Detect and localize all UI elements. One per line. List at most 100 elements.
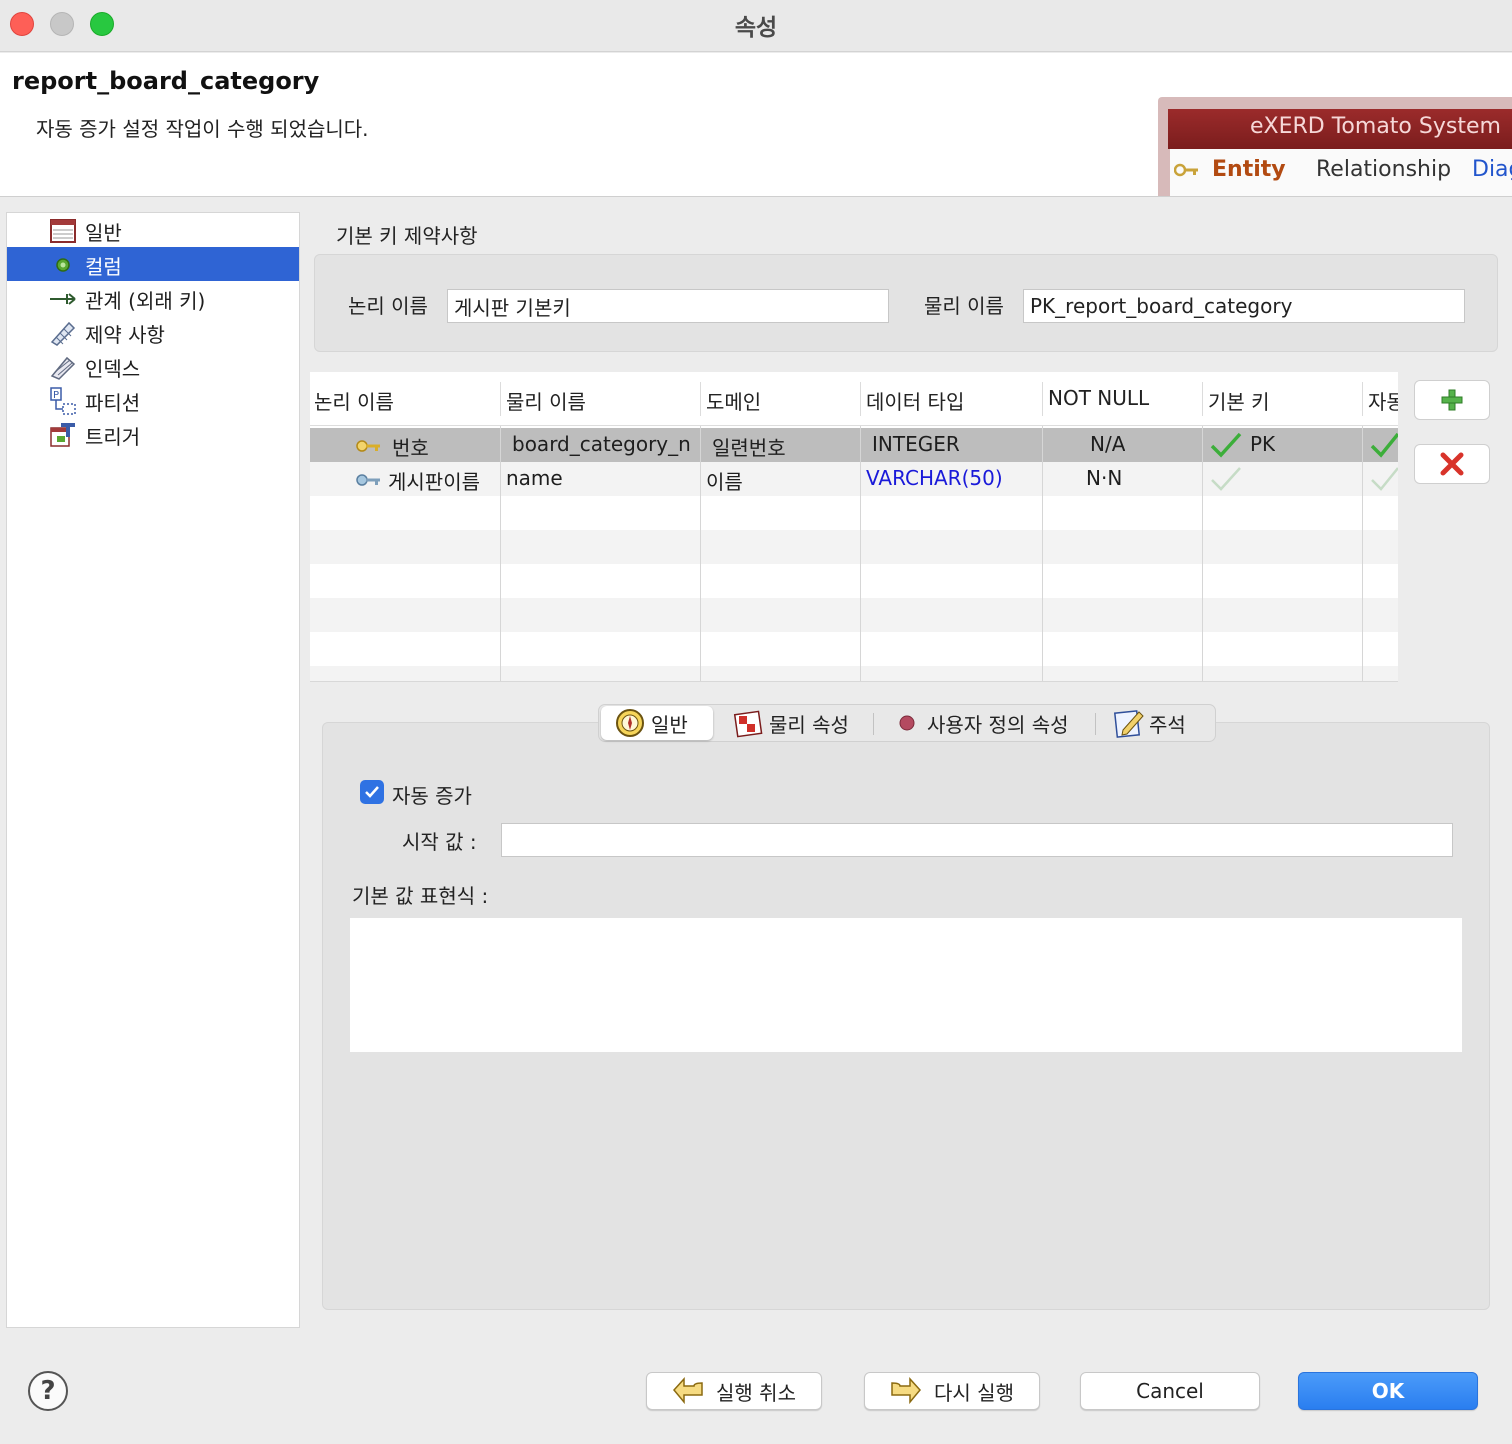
redo-label: 다시 실행 (934, 1380, 1014, 1405)
pk-logical-name-input[interactable] (447, 289, 889, 323)
checkbox-check-icon (365, 786, 379, 798)
cell-data-type: INTEGER (872, 432, 960, 456)
undo-arrow-icon (673, 1377, 703, 1405)
cancel-label: Cancel (1136, 1379, 1204, 1403)
key-icon (1174, 163, 1198, 177)
tab-comments[interactable]: 주석 (1113, 706, 1186, 740)
redo-button[interactable]: 다시 실행 (864, 1372, 1040, 1410)
cell-physical-name: board_category_n (512, 432, 691, 456)
title-bar: 속성 (0, 0, 1512, 52)
start-value-input[interactable] (501, 823, 1453, 857)
pk-logical-name-label: 논리 이름 (348, 294, 428, 318)
table-row-empty (310, 530, 1398, 564)
column-header[interactable]: 도메인 (706, 386, 761, 415)
sidebar: 일반 컬럼 관계 (외래 키) 제약 사항 인덱스 P 파티션 트리거 (6, 212, 300, 1328)
auto-increment-checkbox[interactable] (360, 780, 384, 804)
cancel-button[interactable]: Cancel (1080, 1372, 1260, 1410)
help-button[interactable]: ? (28, 1371, 68, 1411)
tab-physical-properties[interactable]: 물리 속성 (733, 706, 849, 740)
checkmark-icon[interactable] (1210, 466, 1242, 492)
dot-icon (899, 715, 915, 731)
dialog-header: report_board_category 자동 증가 설정 작업이 수행 되었… (0, 53, 1512, 197)
compass-icon (616, 709, 644, 737)
add-column-button[interactable] (1414, 380, 1490, 420)
index-icon (49, 354, 77, 380)
checkmark-icon[interactable] (1370, 466, 1398, 492)
column-header[interactable]: 논리 이름 (314, 386, 394, 415)
column-header[interactable]: 자동 (1368, 386, 1398, 415)
product-banner: eXERD Tomato System Entity Relationship … (1158, 97, 1512, 196)
table-row[interactable]: 번호 board_category_n 일련번호 INTEGER N/A PK (310, 428, 1398, 462)
undo-label: 실행 취소 (716, 1380, 796, 1405)
sidebar-item-label: 트리거 (85, 425, 141, 449)
banner-tab-relationship: Relationship (1316, 157, 1452, 182)
cell-domain: 이름 (706, 470, 743, 494)
table-icon (49, 218, 77, 244)
note-edit-icon (1113, 710, 1144, 738)
column-key-icon (356, 474, 380, 486)
sidebar-item-partition[interactable]: P 파티션 (7, 383, 299, 417)
sidebar-item-label: 일반 (85, 221, 122, 245)
sidebar-item-trigger[interactable]: 트리거 (7, 417, 299, 451)
entity-name: report_board_category (12, 67, 320, 95)
column-header[interactable]: 물리 이름 (506, 386, 586, 415)
sidebar-item-label: 인덱스 (85, 357, 141, 381)
tab-label: 사용자 정의 속성 (927, 712, 1069, 737)
status-message: 자동 증가 설정 작업이 수행 되었습니다. (36, 117, 369, 141)
undo-button[interactable]: 실행 취소 (646, 1372, 822, 1410)
sidebar-item-constraints[interactable]: 제약 사항 (7, 315, 299, 349)
cell-data-type: VARCHAR(50) (866, 466, 1003, 490)
ok-label: OK (1371, 1379, 1405, 1403)
pk-physical-name-label: 물리 이름 (924, 294, 1004, 318)
delete-column-button[interactable] (1414, 444, 1490, 484)
table-row-empty (310, 496, 1398, 530)
tab-label: 주석 (1149, 712, 1186, 737)
trigger-icon (49, 422, 77, 448)
constraint-icon (49, 320, 77, 346)
pk-physical-name-input[interactable] (1023, 289, 1465, 323)
column-header[interactable]: NOT NULL (1048, 386, 1149, 410)
sidebar-item-general[interactable]: 일반 (7, 213, 299, 247)
sidebar-item-columns[interactable]: 컬럼 (7, 247, 299, 281)
start-value-label: 시작 값 : (402, 830, 477, 854)
columns-table[interactable]: 논리 이름 물리 이름 도메인 데이터 타입 NOT NULL 기본 키 자동 … (310, 372, 1398, 682)
cell-domain: 일련번호 (712, 436, 786, 460)
banner-product-name: eXERD Tomato System (1250, 114, 1501, 139)
cell-not-null: N/A (1090, 432, 1126, 456)
cell-physical-name: name (506, 466, 563, 490)
column-icon (49, 252, 77, 278)
default-expression-input[interactable] (350, 918, 1462, 1052)
table-row[interactable]: 게시판이름 name 이름 VARCHAR(50) N·N (310, 462, 1398, 496)
plus-icon (1441, 389, 1463, 411)
ok-button[interactable]: OK (1298, 1372, 1478, 1410)
column-header[interactable]: 데이터 타입 (866, 386, 964, 415)
svg-text:P: P (53, 390, 59, 401)
table-row-empty (310, 564, 1398, 598)
cell-logical-name: 번호 (392, 436, 429, 460)
checkmark-icon[interactable] (1210, 432, 1242, 458)
tab-general[interactable]: 일반 (601, 706, 713, 740)
table-row-empty (310, 632, 1398, 666)
sidebar-item-label: 파티션 (85, 391, 141, 415)
table-row-empty (310, 598, 1398, 632)
table-header: 논리 이름 물리 이름 도메인 데이터 타입 NOT NULL 기본 키 자동 (310, 372, 1398, 426)
banner-tab-diagram: Diag (1472, 157, 1512, 182)
sidebar-item-label: 컬럼 (85, 255, 122, 279)
cell-not-null: N·N (1086, 466, 1123, 490)
tab-user-defined-properties[interactable]: 사용자 정의 속성 (899, 706, 1069, 740)
relationship-icon (49, 286, 77, 312)
column-header[interactable]: 기본 키 (1208, 386, 1270, 415)
cell-primary-key: PK (1250, 432, 1276, 456)
checkmark-icon[interactable] (1370, 432, 1398, 458)
redo-arrow-icon (891, 1377, 922, 1405)
cell-logical-name: 게시판이름 (388, 470, 480, 494)
pk-section-title: 기본 키 제약사항 (336, 224, 478, 248)
banner-tab-entity: Entity (1212, 157, 1286, 182)
sidebar-item-relationship[interactable]: 관계 (외래 키) (7, 281, 299, 315)
tab-label: 일반 (651, 712, 688, 737)
physical-properties-icon (733, 710, 763, 738)
tab-label: 물리 속성 (769, 712, 849, 737)
sidebar-item-index[interactable]: 인덱스 (7, 349, 299, 383)
delete-icon (1440, 452, 1464, 476)
table-row-empty (310, 666, 1398, 681)
